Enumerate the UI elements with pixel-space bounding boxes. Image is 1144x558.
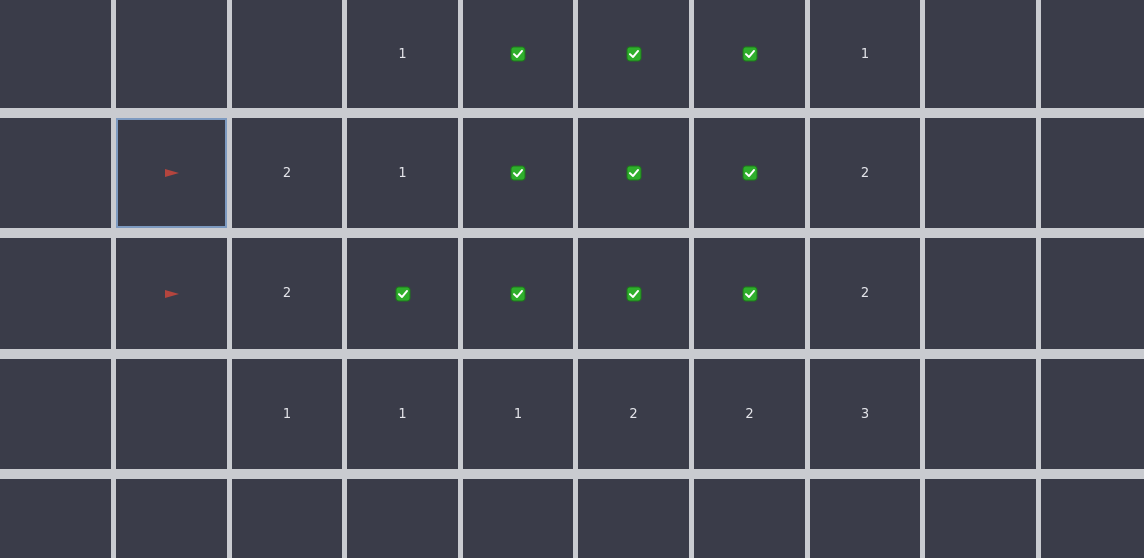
cell-number: 2 bbox=[860, 165, 870, 181]
board-cell[interactable] bbox=[694, 238, 805, 349]
board-cell[interactable] bbox=[0, 359, 111, 469]
board-cell[interactable]: 2 bbox=[232, 238, 342, 349]
board-cell[interactable]: 2 bbox=[810, 238, 920, 349]
cell-number: 1 bbox=[860, 46, 870, 62]
flag-icon bbox=[164, 289, 179, 298]
board-cell[interactable] bbox=[578, 479, 689, 558]
board-cell[interactable] bbox=[0, 0, 111, 108]
board-cell[interactable]: 3 bbox=[810, 359, 920, 469]
board-cell[interactable] bbox=[0, 479, 111, 558]
checkmark-icon bbox=[626, 46, 641, 62]
board-cell[interactable] bbox=[463, 0, 573, 108]
board-cell[interactable] bbox=[116, 118, 227, 228]
checkmark-icon bbox=[742, 46, 757, 62]
cell-number: 2 bbox=[629, 406, 638, 422]
board-cell[interactable] bbox=[1041, 479, 1144, 558]
board-cell[interactable] bbox=[1041, 118, 1144, 228]
board-cell[interactable] bbox=[463, 118, 573, 228]
board-cell[interactable] bbox=[1041, 0, 1144, 108]
board-cell[interactable] bbox=[694, 0, 805, 108]
board-cell[interactable] bbox=[578, 238, 689, 349]
board-cell[interactable]: 1 bbox=[347, 359, 458, 469]
cell-number: 2 bbox=[282, 165, 292, 181]
board-cell[interactable] bbox=[463, 479, 573, 558]
board-cell[interactable] bbox=[925, 479, 1036, 558]
board-cell[interactable] bbox=[463, 238, 573, 349]
board-cell[interactable]: 1 bbox=[347, 0, 458, 108]
board-cell[interactable] bbox=[694, 118, 805, 228]
board-cell[interactable] bbox=[694, 479, 805, 558]
checkmark-icon bbox=[626, 165, 641, 181]
board-cell[interactable] bbox=[0, 238, 111, 349]
board-cell[interactable] bbox=[116, 0, 227, 108]
cell-number: 2 bbox=[860, 286, 870, 301]
checkmark-icon bbox=[395, 286, 410, 301]
board-cell[interactable]: 1 bbox=[347, 118, 458, 228]
board-cell[interactable] bbox=[925, 118, 1036, 228]
flag-icon bbox=[164, 169, 179, 177]
cell-number: 1 bbox=[398, 46, 407, 62]
board-cell[interactable] bbox=[578, 0, 689, 108]
cell-number: 1 bbox=[513, 406, 523, 422]
checkmark-icon bbox=[510, 165, 526, 181]
checkmark-icon bbox=[742, 286, 757, 301]
cell-number: 1 bbox=[398, 165, 407, 181]
board-cell[interactable] bbox=[347, 479, 458, 558]
checkmark-icon bbox=[742, 165, 757, 181]
board-cell[interactable]: 2 bbox=[578, 359, 689, 469]
board-cell[interactable] bbox=[1041, 238, 1144, 349]
checkmark-icon bbox=[626, 286, 641, 301]
board-cell[interactable] bbox=[116, 238, 227, 349]
cell-number: 1 bbox=[282, 406, 292, 422]
board-cell[interactable] bbox=[925, 359, 1036, 469]
cell-number: 2 bbox=[282, 286, 292, 301]
checkmark-icon bbox=[510, 46, 526, 62]
board-cell[interactable]: 1 bbox=[232, 359, 342, 469]
board-cell[interactable] bbox=[925, 0, 1036, 108]
board-cell[interactable]: 1 bbox=[463, 359, 573, 469]
board-cell[interactable] bbox=[116, 479, 227, 558]
cell-number: 3 bbox=[860, 406, 870, 422]
board-cell[interactable]: 2 bbox=[810, 118, 920, 228]
cell-number: 1 bbox=[398, 406, 407, 422]
board-cell[interactable]: 1 bbox=[810, 0, 920, 108]
checkmark-icon bbox=[510, 286, 526, 301]
board-cell[interactable] bbox=[232, 0, 342, 108]
board-cell[interactable] bbox=[232, 479, 342, 558]
board-cell[interactable] bbox=[0, 118, 111, 228]
board-cell[interactable]: 2 bbox=[232, 118, 342, 228]
game-board: 1 1 2 1 2 2 2 1 1 1 2 2 3 bbox=[0, 0, 1144, 558]
board-cell[interactable] bbox=[1041, 359, 1144, 469]
board-cell[interactable] bbox=[347, 238, 458, 349]
board-cell[interactable] bbox=[578, 118, 689, 228]
board-cell[interactable] bbox=[116, 359, 227, 469]
board-cell[interactable]: 2 bbox=[694, 359, 805, 469]
board-cell[interactable] bbox=[925, 238, 1036, 349]
board-cell[interactable] bbox=[810, 479, 920, 558]
cell-number: 2 bbox=[745, 406, 754, 422]
